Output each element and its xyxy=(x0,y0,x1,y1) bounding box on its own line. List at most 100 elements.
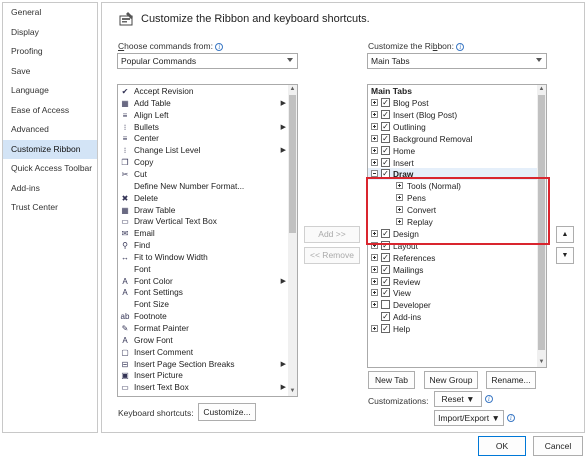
command-item[interactable]: ⁝ Change List Level ▶ xyxy=(118,145,289,157)
command-item[interactable]: ▭ Draw Vertical Text Box xyxy=(118,216,289,228)
expand-icon[interactable] xyxy=(371,265,378,273)
command-item[interactable]: FontI xyxy=(118,264,297,276)
commands-scrollbar[interactable]: ▲ ▼ xyxy=(288,85,297,396)
cancel-button[interactable]: Cancel xyxy=(533,436,583,456)
command-item[interactable]: ✖ Delete xyxy=(118,193,289,205)
new-group-button[interactable]: New Group xyxy=(424,371,478,389)
tree-tab-item[interactable]: ✓ Background Removal xyxy=(368,133,538,145)
expand-icon[interactable] xyxy=(371,289,378,297)
command-item[interactable]: ⊟ Insert Page Section Breaks ▶ xyxy=(118,359,289,371)
expand-icon[interactable] xyxy=(371,277,378,285)
scroll-up-icon[interactable]: ▲ xyxy=(288,85,297,94)
checkbox[interactable]: ✓ xyxy=(381,252,390,262)
sidebar-item-language[interactable]: Language xyxy=(3,81,97,101)
ok-button[interactable]: OK xyxy=(478,436,526,456)
checkbox[interactable]: ✓ xyxy=(381,133,390,143)
command-item[interactable]: A Font Color ▶ xyxy=(118,276,289,288)
scroll-down-icon[interactable]: ▼ xyxy=(288,387,297,396)
checkbox[interactable]: ✓ xyxy=(381,312,390,322)
expand-icon[interactable] xyxy=(371,134,378,142)
sidebar-item-customize-ribbon[interactable]: Customize Ribbon xyxy=(3,139,97,159)
sidebar-item-proofing[interactable]: Proofing xyxy=(3,42,97,62)
sidebar-item-ease-of-access[interactable]: Ease of Access xyxy=(3,101,97,121)
scrollbar-thumb[interactable] xyxy=(289,95,296,233)
tree-tab-item[interactable]: ✓ References xyxy=(368,252,538,264)
info-icon[interactable]: i xyxy=(507,414,515,422)
command-item[interactable]: ab Footnote xyxy=(118,311,289,323)
move-up-button[interactable]: ▲ xyxy=(556,226,574,243)
checkbox[interactable]: ✓ xyxy=(381,98,390,107)
command-item[interactable]: A Grow Font xyxy=(118,335,289,347)
command-item[interactable]: ▢ Insert Comment xyxy=(118,347,289,359)
command-item[interactable]: ⚲ Find xyxy=(118,240,289,252)
sidebar-item-advanced[interactable]: Advanced xyxy=(3,120,97,140)
command-item[interactable]: ↔ Fit to Window Width xyxy=(118,252,289,264)
sidebar-item-add-ins[interactable]: Add-ins xyxy=(3,179,97,199)
sidebar-item-trust-center[interactable]: Trust Center xyxy=(3,198,97,218)
command-item[interactable]: ❐ Copy xyxy=(118,157,289,169)
command-item[interactable]: ✔ Accept Revision xyxy=(118,86,289,98)
info-icon[interactable]: i xyxy=(485,395,493,403)
command-item[interactable]: ✉ Email xyxy=(118,228,289,240)
expand-icon[interactable] xyxy=(371,158,378,166)
command-item[interactable]: ▭ Insert Text Box ▶ xyxy=(118,382,289,394)
sidebar-item-quick-access-toolbar[interactable]: Quick Access Toolbar xyxy=(3,159,97,179)
info-icon[interactable]: i xyxy=(456,43,465,51)
command-item[interactable]: ▦ Add Table ▶ xyxy=(118,98,289,110)
command-item[interactable]: ▣ Insert Picture xyxy=(118,370,289,382)
tree-tab-item[interactable]: ✓ Home xyxy=(368,145,538,157)
sidebar-item-general[interactable]: General xyxy=(3,3,97,23)
expand-icon[interactable] xyxy=(371,325,378,333)
tree-tab-item[interactable]: ✓ Add-ins xyxy=(368,311,538,323)
command-item[interactable]: Define New Number Format... xyxy=(118,181,289,193)
command-item[interactable]: ▦ Draw Table xyxy=(118,205,289,217)
command-item[interactable]: ✎ Format Painter xyxy=(118,323,289,335)
tree-tab-item[interactable]: ✓ Insert (Blog Post) xyxy=(368,109,538,121)
rename-button[interactable]: Rename... xyxy=(486,371,536,389)
scroll-up-icon[interactable]: ▲ xyxy=(537,85,546,94)
customize-ribbon-dropdown[interactable]: Main Tabs xyxy=(367,53,547,69)
choose-commands-dropdown[interactable]: Popular Commands xyxy=(117,53,298,69)
checkbox[interactable]: ✓ xyxy=(381,145,390,155)
command-item[interactable]: ✂ Cut xyxy=(118,169,289,181)
tree-tab-item[interactable]: ✓ Help xyxy=(368,323,538,335)
tree-tab-item[interactable]: ✓ Blog Post xyxy=(368,97,538,109)
import-export-button[interactable]: Import/Export ▼ xyxy=(434,410,504,426)
remove-button[interactable]: << Remove xyxy=(304,247,360,264)
add-button[interactable]: Add >> xyxy=(304,226,360,243)
checkbox[interactable]: ✓ xyxy=(381,288,390,298)
checkbox[interactable]: ✓ xyxy=(381,121,390,131)
expand-icon[interactable] xyxy=(371,122,378,130)
sidebar-item-save[interactable]: Save xyxy=(3,62,97,82)
scroll-down-icon[interactable]: ▼ xyxy=(537,358,546,367)
expand-icon[interactable] xyxy=(371,146,378,154)
new-tab-button[interactable]: New Tab xyxy=(368,371,415,389)
expand-icon[interactable] xyxy=(371,99,378,106)
sidebar-item-display[interactable]: Display xyxy=(3,23,97,43)
checkbox[interactable]: ✓ xyxy=(381,157,390,167)
tree-tab-item[interactable]: ✓ Insert xyxy=(368,157,538,169)
checkbox[interactable]: ✓ xyxy=(381,264,390,274)
command-item[interactable]: ≡ Align Left xyxy=(118,110,289,122)
checkbox[interactable]: ✓ xyxy=(381,109,390,119)
command-item[interactable]: ≡ Center xyxy=(118,133,289,145)
move-down-button[interactable]: ▼ xyxy=(556,247,574,264)
tree-tab-item[interactable]: ✓ Review xyxy=(368,276,538,288)
checkbox[interactable]: ✓ xyxy=(381,324,390,334)
command-item[interactable]: ⁝ Bullets ▶ xyxy=(118,122,289,134)
tree-tab-item[interactable]: ✓ View xyxy=(368,287,538,299)
tree-tab-item[interactable]: ✓ Mailings xyxy=(368,264,538,276)
commands-list[interactable]: ✔ Accept Revision ▦ Add Table ▶ ≡ Align Left ⁝ B… xyxy=(117,84,298,397)
checkbox[interactable]: ✓ xyxy=(381,276,390,286)
command-item[interactable]: A Font Settings xyxy=(118,287,289,299)
tree-tab-item[interactable]: Developer xyxy=(368,299,538,311)
expand-icon[interactable] xyxy=(371,110,378,118)
expand-icon[interactable] xyxy=(371,301,378,309)
customize-shortcuts-button[interactable]: Customize... xyxy=(198,403,256,421)
tree-tab-item[interactable]: ✓ Outlining xyxy=(368,121,538,133)
checkbox[interactable] xyxy=(381,300,390,310)
expand-icon[interactable] xyxy=(371,253,378,261)
info-icon[interactable]: i xyxy=(215,43,224,51)
command-item[interactable]: Font SizeI xyxy=(118,299,297,311)
reset-button[interactable]: Reset ▼ xyxy=(434,391,482,407)
